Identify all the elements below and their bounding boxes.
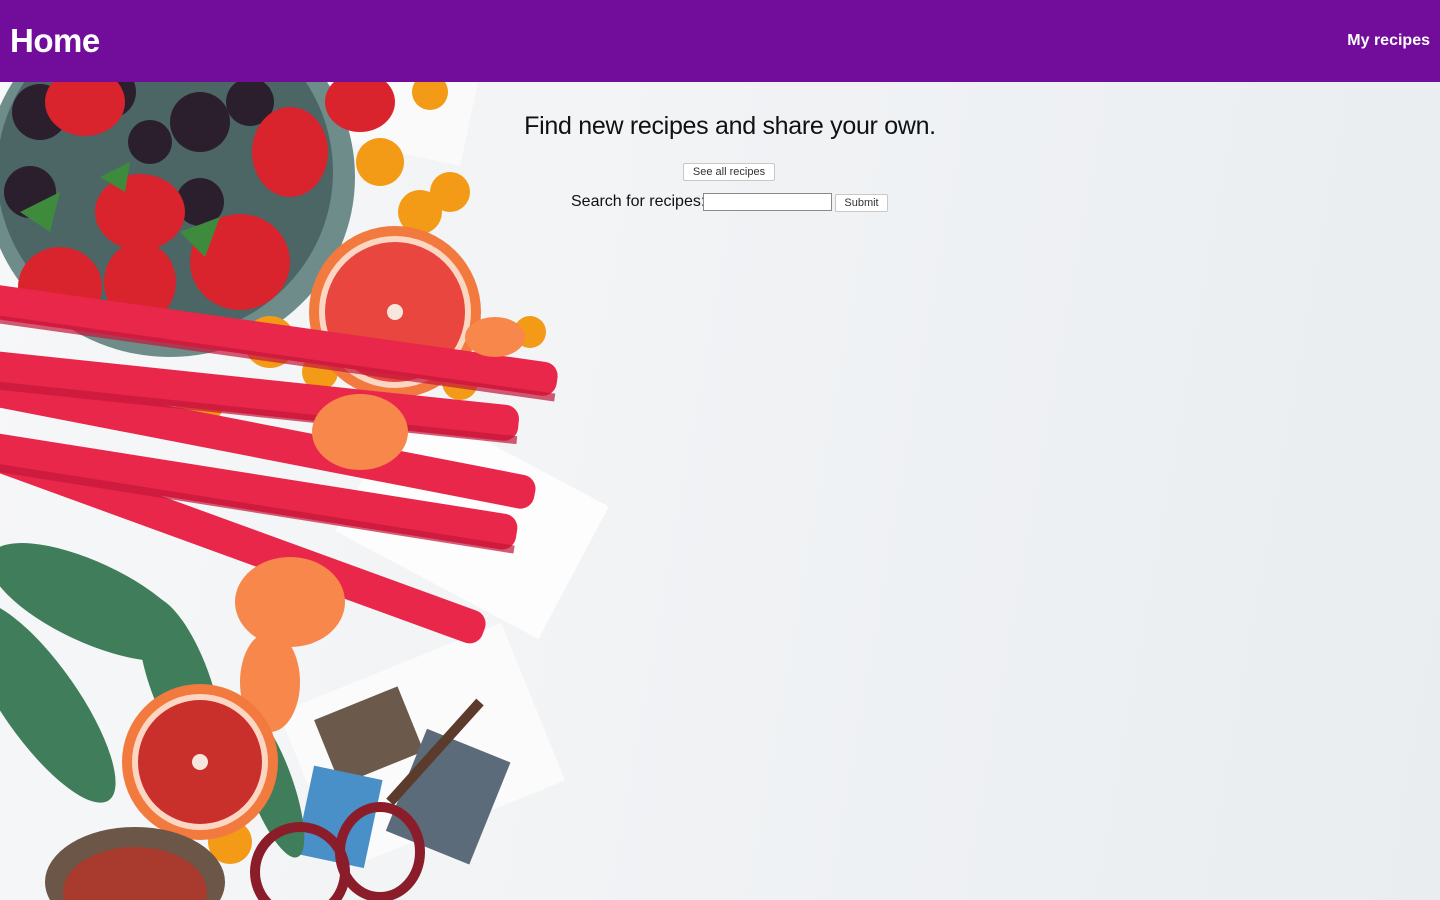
- my-recipes-link[interactable]: My recipes: [1347, 31, 1430, 51]
- submit-button[interactable]: Submit: [835, 194, 888, 212]
- page-heading: Find new recipes and share your own.: [524, 112, 936, 140]
- search-label: Search for recipes:: [571, 193, 706, 210]
- top-navbar: Home My recipes: [0, 0, 1440, 82]
- see-all-recipes-button[interactable]: See all recipes: [683, 163, 775, 181]
- home-brand-link[interactable]: Home: [10, 20, 100, 62]
- search-input[interactable]: [703, 193, 832, 211]
